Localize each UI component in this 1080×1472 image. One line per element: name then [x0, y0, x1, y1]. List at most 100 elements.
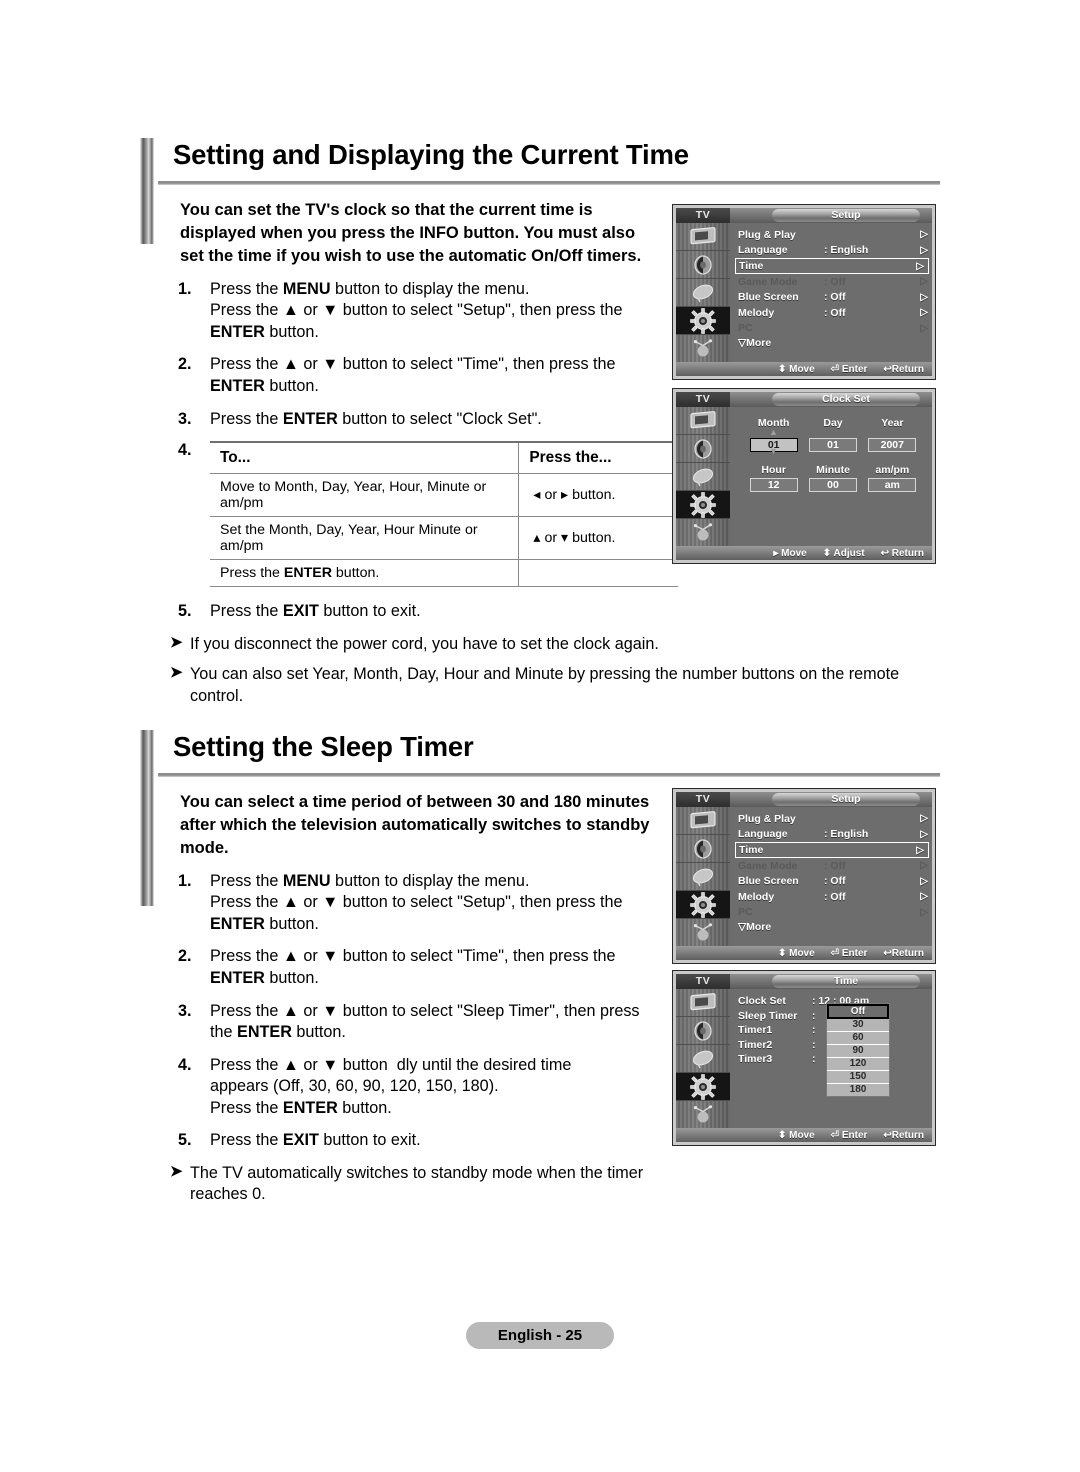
osd-menu-title: Clock Set [772, 393, 920, 406]
step-item: 1. Press the MENU button to display the … [178, 871, 678, 936]
step-text: Press the ▲ or ▼ button dly until the de… [210, 1055, 572, 1117]
osd-titlebar: TV Clock Set [676, 392, 932, 407]
input-icon[interactable] [676, 335, 730, 362]
step-item: 5. Press the EXIT button to exit. [178, 1130, 678, 1152]
picture-icon[interactable] [676, 223, 730, 251]
sound-icon[interactable] [676, 251, 730, 279]
osd-titlebar: TV Setup [676, 792, 932, 807]
key-table-block: 4. To... Press the... Move to Month, Day… [178, 441, 678, 588]
menu-item-pc[interactable]: PC ▷ [730, 321, 932, 337]
picture-icon[interactable] [676, 807, 730, 835]
section1-intro: You can set the TV's clock so that the c… [180, 200, 642, 266]
chevron-right-icon: ▷ [920, 322, 928, 334]
picture-icon[interactable] [676, 407, 730, 435]
hint-return: ↩Return [883, 363, 924, 375]
label-minute: Minute [816, 464, 850, 476]
menu-value: : [812, 1053, 816, 1066]
osd-hint-bar: ⬍ Move ⏎ Enter ↩Return [676, 946, 932, 960]
chevron-right-icon: ▷ [920, 307, 928, 319]
menu-label: Blue Screen [738, 875, 799, 888]
page-title-current-time: Setting and Displaying the Current Time [173, 139, 689, 170]
channel-icon[interactable] [676, 279, 730, 307]
menu-item-plug-and-play[interactable]: Plug & Play ▷ [730, 811, 932, 827]
channel-icon[interactable] [676, 863, 730, 891]
menu-value: : [812, 1009, 816, 1022]
step-text: Press the ▲ or ▼ button to select "Sleep… [210, 1001, 640, 1042]
sound-icon[interactable] [676, 835, 730, 863]
note-item: ➤ The TV automatically switches to stand… [170, 1163, 660, 1206]
field-ampm[interactable]: am [868, 478, 917, 492]
menu-item-game-mode[interactable]: Game Mode : Off ▷ [730, 274, 932, 290]
hint-return: ↩Return [883, 1129, 924, 1141]
step-item: 3. Press the ENTER button to select "Clo… [178, 409, 678, 431]
menu-item-time[interactable]: Time ▷ [735, 842, 929, 858]
hint-enter: ⏎ Enter [830, 363, 868, 375]
option-30[interactable]: 30 [827, 1019, 889, 1032]
option-off[interactable]: Off [827, 1004, 889, 1019]
step-number: 1. [178, 279, 192, 298]
field-hour[interactable]: 12 [749, 478, 798, 492]
label-day: Day [823, 417, 843, 429]
menu-label: Language [738, 244, 788, 257]
option-90[interactable]: 90 [827, 1045, 889, 1058]
setup-gear-icon[interactable] [676, 1073, 730, 1101]
step-text: Press the ▲ or ▼ button to select "Time"… [210, 947, 616, 987]
menu-label: Time [739, 260, 764, 272]
menu-more-label[interactable]: ▽More [730, 336, 932, 349]
menu-value: : [812, 1038, 816, 1051]
cell-action: Press the ENTER button. [210, 559, 519, 588]
setup-gear-icon[interactable] [676, 307, 730, 335]
menu-item-blue-screen[interactable]: Blue Screen : Off ▷ [730, 290, 932, 306]
chevron-right-icon: ▷ [920, 828, 928, 840]
sleep-timer-option-list: Off 30 60 90 120 150 180 [826, 1003, 890, 1097]
input-icon[interactable] [676, 919, 730, 946]
menu-label: PC [738, 322, 753, 335]
menu-item-language[interactable]: Language : English ▷ [730, 243, 932, 259]
menu-more-label[interactable]: ▽More [730, 920, 932, 933]
menu-label: Sleep Timer [738, 1009, 798, 1022]
option-60[interactable]: 60 [827, 1032, 889, 1045]
field-year[interactable]: 2007 [868, 438, 917, 452]
section-divider [158, 180, 940, 185]
col-header-to: To... [210, 441, 519, 475]
channel-icon[interactable] [676, 1045, 730, 1073]
osd-sidebar [676, 989, 730, 1128]
menu-item-melody[interactable]: Melody : Off ▷ [730, 305, 932, 321]
setup-gear-icon[interactable] [676, 891, 730, 919]
step-item: 1. Press the MENU button to display the … [178, 279, 678, 344]
option-150[interactable]: 150 [827, 1071, 889, 1084]
osd-tv-label: TV [676, 792, 730, 807]
option-180[interactable]: 180 [827, 1084, 889, 1096]
menu-item-blue-screen[interactable]: Blue Screen : Off ▷ [730, 874, 932, 890]
chevron-right-icon: ▷ [920, 291, 928, 303]
input-icon[interactable] [676, 1101, 730, 1128]
chevron-right-icon: ▷ [920, 813, 928, 825]
step-number: 3. [178, 1001, 192, 1020]
menu-value: : English [824, 244, 869, 257]
step-item: 5. Press the EXIT button to exit. [178, 601, 678, 623]
menu-item-language[interactable]: Language : English ▷ [730, 827, 932, 843]
sound-icon[interactable] [676, 435, 730, 463]
menu-item-plug-and-play[interactable]: Plug & Play ▷ [730, 227, 932, 243]
table-row: Press the ENTER button. [210, 559, 678, 588]
field-minute[interactable]: 00 [808, 478, 857, 492]
menu-value: : Off [824, 291, 846, 304]
option-120[interactable]: 120 [827, 1058, 889, 1071]
chevron-right-icon: ▷ [920, 229, 928, 241]
menu-item-melody[interactable]: Melody : Off ▷ [730, 889, 932, 905]
chevron-right-icon: ▷ [920, 875, 928, 887]
cell-key [518, 559, 678, 588]
osd-time-list: Clock Set : 12 : 00 am Sleep Timer : Tim… [730, 989, 932, 1128]
sound-icon[interactable] [676, 1017, 730, 1045]
menu-item-time[interactable]: Time ▷ [735, 258, 929, 274]
menu-item-game-mode[interactable]: Game Mode : Off ▷ [730, 858, 932, 874]
osd-clock-fields: ▲ ▼ Month Day Year 01 01 2007 Hour Minut… [730, 407, 932, 546]
setup-gear-icon[interactable] [676, 491, 730, 519]
channel-icon[interactable] [676, 463, 730, 491]
menu-item-pc[interactable]: PC ▷ [730, 905, 932, 921]
input-icon[interactable] [676, 519, 730, 546]
field-day[interactable]: 01 [808, 438, 857, 452]
picture-icon[interactable] [676, 989, 730, 1017]
osd-hint-bar: ⬍ Move ⏎ Enter ↩Return [676, 1128, 932, 1142]
osd-menu-title: Setup [772, 209, 920, 222]
